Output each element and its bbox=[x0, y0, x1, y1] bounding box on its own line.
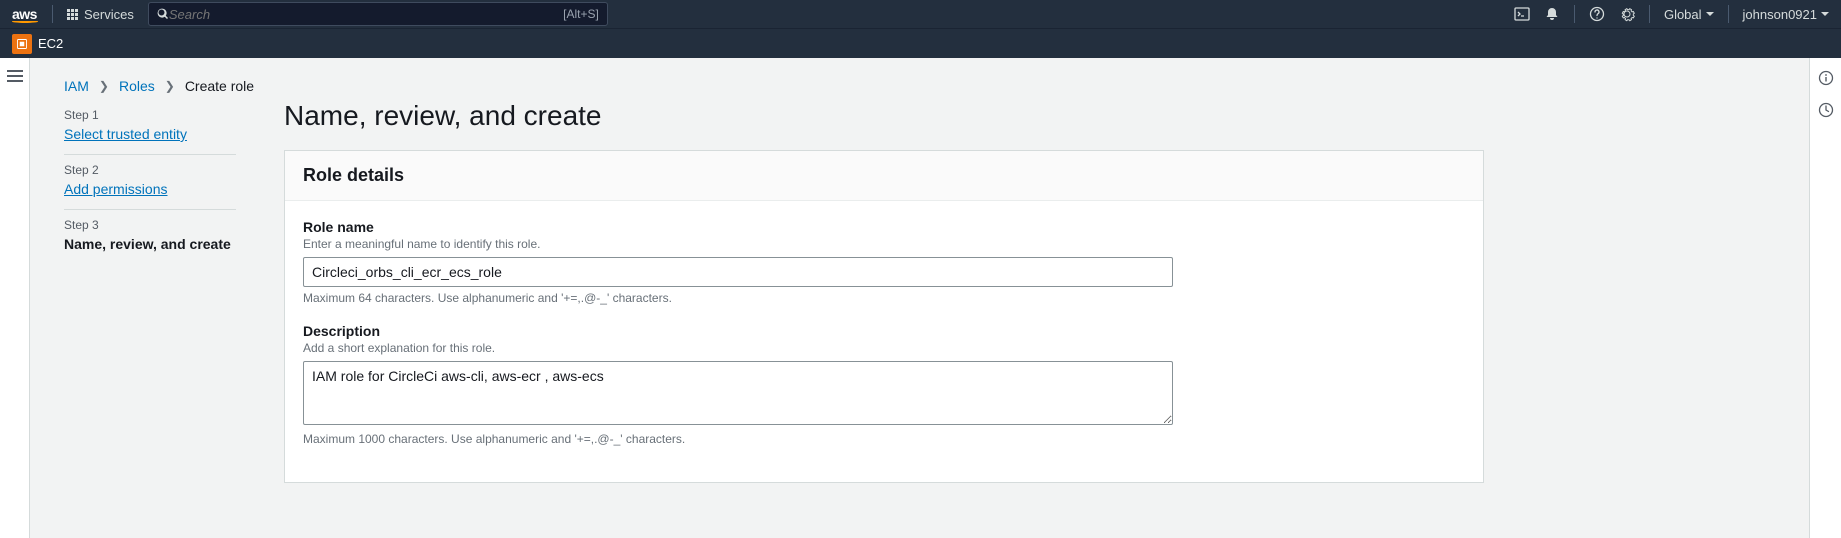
panel-heading: Role details bbox=[303, 165, 1465, 186]
caret-down-icon bbox=[1706, 12, 1714, 16]
description-textarea[interactable] bbox=[303, 361, 1173, 425]
settings-icon[interactable] bbox=[1619, 6, 1635, 22]
chevron-right-icon: ❯ bbox=[165, 79, 175, 93]
search-input[interactable] bbox=[169, 7, 563, 22]
aws-logo[interactable]: aws bbox=[12, 6, 38, 23]
username-label: johnson0921 bbox=[1743, 7, 1817, 22]
aws-logo-text: aws bbox=[12, 6, 37, 22]
service-tab-label: EC2 bbox=[38, 36, 63, 51]
help-icon[interactable] bbox=[1589, 6, 1605, 22]
description-label: Description bbox=[303, 323, 1465, 339]
services-menu-button[interactable]: Services bbox=[67, 7, 134, 22]
panel-header: Role details bbox=[285, 151, 1483, 201]
breadcrumb-link-iam[interactable]: IAM bbox=[64, 78, 89, 94]
global-nav: aws Services [Alt+S] Global johnson0921 bbox=[0, 0, 1841, 28]
wizard-step-1: Step 1 Select trusted entity bbox=[64, 100, 236, 155]
service-tab-ec2[interactable]: EC2 bbox=[12, 34, 63, 54]
search-shortcut-hint: [Alt+S] bbox=[563, 7, 599, 21]
preferences-icon[interactable] bbox=[1818, 102, 1834, 118]
right-rail bbox=[1809, 58, 1841, 538]
left-rail bbox=[0, 58, 30, 538]
nav-divider bbox=[1649, 5, 1650, 23]
step-number: Step 1 bbox=[64, 108, 236, 122]
services-grid-icon bbox=[67, 9, 78, 20]
description-field: Description Add a short explanation for … bbox=[303, 323, 1465, 446]
global-nav-left: aws Services [Alt+S] bbox=[12, 2, 608, 26]
service-bar: EC2 bbox=[0, 28, 1841, 58]
region-label: Global bbox=[1664, 7, 1702, 22]
page-title: Name, review, and create bbox=[284, 100, 1484, 132]
step-number: Step 2 bbox=[64, 163, 236, 177]
page-body: IAM ❯ Roles ❯ Create role Step 1 Select … bbox=[0, 58, 1841, 538]
services-label: Services bbox=[84, 7, 134, 22]
role-name-input[interactable] bbox=[303, 257, 1173, 287]
panel-body: Role name Enter a meaningful name to ide… bbox=[285, 201, 1483, 482]
breadcrumb-current: Create role bbox=[185, 78, 254, 94]
nav-divider bbox=[52, 5, 53, 23]
step-link-trusted-entity[interactable]: Select trusted entity bbox=[64, 126, 187, 142]
breadcrumb-link-roles[interactable]: Roles bbox=[119, 78, 155, 94]
global-search[interactable]: [Alt+S] bbox=[148, 2, 608, 26]
wizard-steps: Step 1 Select trusted entity Step 2 Add … bbox=[64, 100, 236, 264]
role-name-label: Role name bbox=[303, 219, 1465, 235]
region-selector[interactable]: Global bbox=[1664, 7, 1714, 22]
cloudshell-icon[interactable] bbox=[1514, 6, 1530, 22]
global-nav-right: Global johnson0921 bbox=[1514, 5, 1829, 23]
nav-divider bbox=[1574, 5, 1575, 23]
caret-down-icon bbox=[1821, 12, 1829, 16]
breadcrumb: IAM ❯ Roles ❯ Create role bbox=[64, 78, 1789, 94]
info-panel-icon[interactable] bbox=[1818, 70, 1834, 86]
notifications-icon[interactable] bbox=[1544, 6, 1560, 22]
role-name-field: Role name Enter a meaningful name to ide… bbox=[303, 219, 1465, 305]
search-icon bbox=[157, 8, 169, 20]
step-title-current: Name, review, and create bbox=[64, 236, 231, 252]
step-link-permissions[interactable]: Add permissions bbox=[64, 181, 168, 197]
main-column: Name, review, and create Role details Ro… bbox=[284, 100, 1484, 483]
content-area: IAM ❯ Roles ❯ Create role Step 1 Select … bbox=[30, 58, 1809, 538]
role-name-sublabel: Enter a meaningful name to identify this… bbox=[303, 237, 1465, 251]
nav-divider bbox=[1728, 5, 1729, 23]
side-nav-toggle[interactable] bbox=[7, 70, 23, 82]
role-name-hint: Maximum 64 characters. Use alphanumeric … bbox=[303, 291, 1465, 305]
wizard-step-3: Step 3 Name, review, and create bbox=[64, 210, 236, 264]
role-details-panel: Role details Role name Enter a meaningfu… bbox=[284, 150, 1484, 483]
ec2-icon bbox=[12, 34, 32, 54]
wizard-step-2: Step 2 Add permissions bbox=[64, 155, 236, 210]
description-hint: Maximum 1000 characters. Use alphanumeri… bbox=[303, 432, 1465, 446]
description-sublabel: Add a short explanation for this role. bbox=[303, 341, 1465, 355]
chevron-right-icon: ❯ bbox=[99, 79, 109, 93]
account-menu[interactable]: johnson0921 bbox=[1743, 7, 1829, 22]
step-number: Step 3 bbox=[64, 218, 236, 232]
